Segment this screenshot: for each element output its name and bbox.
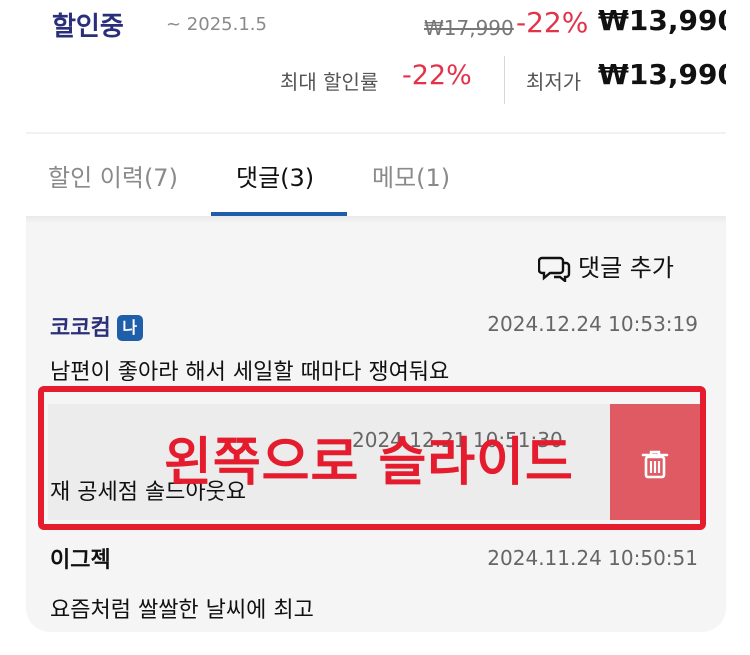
original-price: ₩17,990 bbox=[424, 16, 514, 40]
tab-comments[interactable]: 댓글(3) bbox=[236, 158, 314, 193]
comment-author: 코코컴 나 bbox=[50, 310, 143, 342]
lowest-price-label: 최저가 bbox=[526, 70, 582, 94]
tab-discount-history[interactable]: 할인 이력(7) bbox=[48, 158, 178, 193]
max-discount-label: 최대 할인률 bbox=[280, 70, 379, 94]
me-badge: 나 bbox=[116, 315, 143, 341]
comment-date: 2024.11.24 10:50:51 bbox=[487, 546, 698, 570]
detail-tabs: 할인 이력(7) 댓글(3) 메모(1) bbox=[26, 134, 726, 217]
divider bbox=[504, 56, 505, 104]
sale-price: ₩13,990 bbox=[598, 4, 726, 37]
sale-until-date: ~ 2025.1.5 bbox=[166, 14, 267, 35]
tab-shadow bbox=[26, 216, 726, 224]
discount-rate: -22% bbox=[516, 6, 589, 39]
author-name: 코코컴 bbox=[50, 316, 111, 341]
sale-status: 할인중 bbox=[52, 12, 124, 42]
comment-text: 요즘처럼 쌀쌀한 날씨에 최고 bbox=[50, 598, 314, 623]
comment-author: 이그젝 bbox=[50, 548, 111, 573]
max-discount-value: -22% bbox=[402, 60, 472, 91]
add-comment-button[interactable]: 댓글 추가 bbox=[537, 248, 674, 284]
price-summary-card: 할인중 ~ 2025.1.5 ₩17,990 -22% ₩13,990 최대 할… bbox=[26, 0, 726, 132]
tab-memo[interactable]: 메모(1) bbox=[372, 158, 450, 193]
comment-text: 남편이 좋아라 해서 세일할 때마다 쟁여둬요 bbox=[50, 360, 450, 385]
chat-bubbles-icon bbox=[537, 256, 571, 284]
swipe-left-annotation: 왼쪽으로 슬라이드 bbox=[164, 433, 574, 493]
add-comment-label: 댓글 추가 bbox=[578, 254, 674, 282]
lowest-price-value: ₩13,990 bbox=[598, 58, 726, 91]
comment-date: 2024.12.24 10:53:19 bbox=[487, 312, 698, 336]
